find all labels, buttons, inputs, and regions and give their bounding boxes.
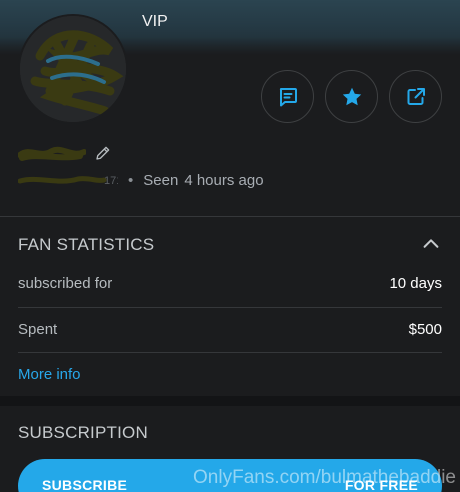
stat-label-subscribed: subscribed for <box>18 275 113 292</box>
separator-dot: • <box>128 171 134 189</box>
display-name-row <box>18 143 112 163</box>
avatar[interactable] <box>18 14 128 124</box>
message-button[interactable] <box>261 70 314 123</box>
chat-icon <box>279 87 297 106</box>
handle-scribble: 171 <box>18 175 118 187</box>
subscription-title: SUBSCRIPTION <box>18 423 148 442</box>
subscribe-price-label: FOR FREE <box>344 477 418 492</box>
seen-time: 4 hours ago <box>184 171 264 189</box>
share-button[interactable] <box>389 70 442 123</box>
profile-actions <box>261 70 442 123</box>
favorite-button[interactable] <box>325 70 378 123</box>
stat-label-spent: Spent <box>18 321 58 338</box>
stat-value-spent: $500 <box>408 321 442 338</box>
name-scribble <box>18 146 86 161</box>
divider <box>18 307 442 308</box>
star-icon <box>342 87 361 105</box>
divider <box>0 216 460 217</box>
section-separator <box>0 396 460 406</box>
stat-value-subscribed: 10 days <box>389 275 442 292</box>
svg-text:171: 171 <box>104 175 118 187</box>
fan-statistics-title: FAN STATISTICS <box>18 235 155 254</box>
edit-pencil-icon[interactable] <box>94 144 112 162</box>
more-info-link[interactable]: More info <box>18 366 81 383</box>
chevron-up-icon[interactable] <box>420 233 442 255</box>
divider <box>18 352 442 353</box>
avatar-scribble <box>20 16 126 122</box>
subscribe-button[interactable]: SUBSCRIBE FOR FREE <box>18 459 442 492</box>
share-icon <box>407 87 425 105</box>
seen-label: Seen <box>143 171 179 189</box>
profile-page: VIP 17 • Seen 4 hours ago FAN STATISTICS… <box>0 0 460 492</box>
subscribe-label: SUBSCRIBE <box>42 477 128 492</box>
vip-badge: VIP <box>142 13 168 30</box>
handle-row: 171 • Seen 4 hours ago <box>18 170 264 190</box>
